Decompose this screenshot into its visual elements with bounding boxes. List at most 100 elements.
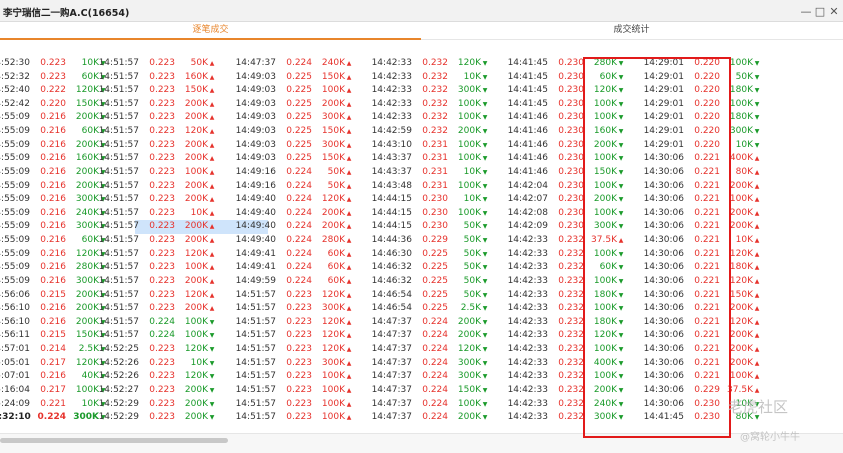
tick-volume: 120K ▼ [448,343,489,357]
tick-volume-value: 120K [321,344,345,355]
tick-time: 14:49:03 [235,126,276,137]
tick-time: 14:44:36 [371,235,412,246]
tick-volume-value: 200K [457,330,481,341]
tick-time: 14:47:37 [371,330,412,341]
arrow-down-icon: ▼ [754,60,760,67]
tick-volume: 150K ▲ [175,84,216,98]
arrow-down-icon: ▼ [482,277,488,285]
tick-time: 15:16:04 [0,384,30,395]
arrow-down-icon: ▼ [482,250,488,258]
tick-time: 14:47:37 [371,371,412,382]
tick-price: 0.230 [558,112,584,123]
tick-time: 14:49:40 [235,194,276,205]
tick-price: 0.223 [149,126,175,137]
tick-volume: 200K ▼ [175,411,216,425]
tick-price: 0.224 [149,316,175,327]
tick-time: 14:51:57 [235,371,276,382]
window-title: 李宁瑞信二一购A.C(16654) [3,8,130,19]
tick-volume-value: 200K [729,207,753,218]
tick-time: 14:49:41 [235,262,276,273]
tick-volume-value: 120K [457,344,481,355]
tick-volume: 60K ▲ [312,248,353,262]
tick-time: 14:47:37 [235,58,276,68]
tick-time: 14:51:57 [98,289,139,300]
tick-volume: 50K ▼ [448,261,489,275]
tick-time: 14:42:33 [507,412,548,423]
tick-volume-value: 200K [184,112,208,123]
tick-volume-value: 120K [184,248,208,259]
arrow-up-icon: ▲ [209,196,215,204]
tick-volume-value: 200K [457,126,481,137]
arrow-down-icon: ▼ [209,414,215,422]
tick-time: 14:42:33 [371,112,412,123]
tick-price: 0.231 [422,153,448,164]
tick-volume: 120K ▲ [175,125,216,139]
tick-volume-value: 120K [729,275,753,286]
annotation-highlight-box [583,57,731,438]
tick-price: 0.217 [40,384,66,395]
tick-volume-value: 120K [321,194,345,205]
tick-time: 14:49:03 [235,112,276,123]
tick-price: 0.232 [558,289,584,300]
arrow-up-icon: ▲ [209,128,215,136]
tick-price: 0.230 [558,194,584,205]
arrow-up-icon: ▲ [754,264,760,272]
tick-volume-value: 120K [184,344,208,355]
tick-time: 14:51:57 [98,248,139,259]
tick-price: 0.224 [286,194,312,205]
close-icon[interactable]: ✕ [826,3,842,19]
tick-price: 0.224 [422,357,448,368]
tick-volume-value: 60K [327,248,345,259]
tick-time: 14:46:54 [371,289,412,300]
arrow-down-icon: ▼ [482,237,488,245]
tick-time: 14:55:09 [0,248,30,259]
tick-price: 0.232 [558,262,584,273]
tick-price: 0.223 [149,344,175,355]
arrow-up-icon: ▲ [346,237,352,245]
tick-price: 0.224 [149,330,175,341]
tick-volume: 160K ▲ [175,71,216,85]
tick-price: 0.221 [40,398,66,409]
tick-volume: 280K ▲ [312,234,353,248]
tick-volume-value: 100K [184,316,208,327]
tick-time: 14:41:46 [507,139,548,150]
tick-volume-value: 80K [735,166,753,177]
tick-volume-value: 180K [729,112,753,123]
tick-volume-value: 150K [457,384,481,395]
tab-trade-ticks[interactable]: 逐笔成交 [0,22,421,40]
tick-time: 14:41:45 [507,71,548,82]
arrow-up-icon: ▲ [346,291,352,299]
tick-volume-value: 200K [184,194,208,205]
tick-volume: 100K ▼ [448,139,489,153]
tab-trade-statistics[interactable]: 成交统计 [421,22,842,40]
arrow-up-icon: ▲ [346,332,352,340]
tick-volume-value: 60K [327,262,345,273]
arrow-down-icon: ▼ [209,400,215,408]
tick-volume-value: 100K [321,412,345,423]
arrow-down-icon: ▼ [482,223,488,231]
tick-price: 0.232 [558,357,584,368]
tick-time: 14:51:57 [98,221,139,232]
tick-volume: 300K ▼ [448,370,489,384]
tick-volume-value: 100K [729,58,753,68]
scroll-thumb[interactable] [0,438,228,443]
tick-volume-value: 120K [321,330,345,341]
tick-time: 14:55:09 [0,207,30,218]
tick-volume-value: 200K [184,398,208,409]
tick-volume-value: 200K [729,344,753,355]
tick-price: 0.224 [422,412,448,423]
tick-price: 0.224 [286,221,312,232]
tick-volume-value: 50K [463,221,481,232]
tick-price: 0.223 [286,330,312,341]
tick-volume-value: 200K [184,384,208,395]
tick-volume: 60K ▲ [312,275,353,289]
tick-time: 14:51:57 [235,316,276,327]
tick-time: 14:55:09 [0,112,30,123]
arrow-up-icon: ▲ [346,250,352,258]
tick-price: 0.216 [40,221,66,232]
tick-time: 14:42:33 [371,58,412,68]
tick-price: 0.223 [149,289,175,300]
tick-time: 14:42:33 [371,85,412,96]
tick-price: 0.225 [422,303,448,314]
tick-time: 14:51:57 [98,303,139,314]
